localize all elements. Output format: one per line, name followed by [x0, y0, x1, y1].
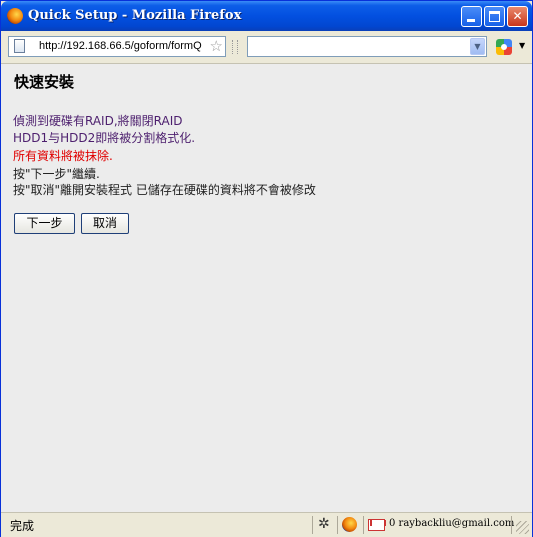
page-content: 快速安裝 偵測到硬碟有RAID,將關閉RAID HDD1与HDD2即將被分割格式…: [1, 64, 532, 512]
next-button[interactable]: 下一步: [14, 213, 75, 234]
gmail-icon[interactable]: [368, 519, 385, 531]
status-bar: 完成 ✲ 0 raybackliu@gmail.com: [1, 512, 532, 537]
next-instruction: 按"下一步"繼續.: [13, 167, 100, 181]
close-button[interactable]: ✕: [507, 6, 528, 27]
firebug-icon[interactable]: ✲: [318, 516, 330, 532]
search-engine-dropdown-icon[interactable]: ▼: [519, 41, 525, 50]
navigation-bar: http://192.168.66.5/goform/formQ ☆ ▼ ▼: [1, 31, 532, 64]
status-divider: [312, 516, 313, 534]
data-erase-warning: 所有資料將被抹除.: [13, 149, 113, 163]
status-divider: [363, 516, 364, 534]
toolbar-splitter[interactable]: [232, 40, 238, 54]
status-divider: [337, 516, 338, 534]
minimize-icon: [467, 19, 475, 22]
maximize-button[interactable]: [484, 6, 505, 27]
url-bar[interactable]: http://192.168.66.5/goform/formQ ☆: [8, 36, 226, 57]
close-icon: ✕: [512, 9, 523, 23]
page-icon: [14, 39, 25, 53]
status-text: 完成: [10, 519, 35, 533]
maximize-icon: [489, 11, 500, 22]
google-search-engine-icon[interactable]: [496, 39, 512, 55]
search-field[interactable]: ▼: [247, 36, 487, 57]
title-bar[interactable]: Quick Setup - Mozilla Firefox ✕: [1, 1, 532, 31]
firefox-icon[interactable]: [342, 517, 357, 532]
cancel-instruction: 按"取消"離開安裝程式 已儲存在硬碟的資料將不會被修改: [13, 183, 316, 197]
page-title: 快速安裝: [14, 73, 75, 91]
gmail-notifier[interactable]: 0 raybackliu@gmail.com: [389, 518, 514, 529]
browser-window: Quick Setup - Mozilla Firefox ✕ http://1…: [0, 0, 533, 537]
raid-detected-message: 偵測到硬碟有RAID,將關閉RAID: [13, 114, 183, 128]
resize-grip[interactable]: [516, 521, 529, 534]
minimize-button[interactable]: [461, 6, 482, 27]
format-message: HDD1与HDD2即將被分割格式化.: [13, 131, 196, 145]
bookmark-star-icon[interactable]: ☆: [210, 37, 223, 56]
status-divider: [511, 516, 512, 534]
url-text[interactable]: http://192.168.66.5/goform/formQ: [39, 40, 204, 52]
chevron-down-icon[interactable]: ▼: [470, 38, 485, 55]
window-title: Quick Setup - Mozilla Firefox: [28, 8, 242, 23]
cancel-button[interactable]: 取消: [81, 213, 129, 234]
firefox-icon: [7, 8, 23, 24]
